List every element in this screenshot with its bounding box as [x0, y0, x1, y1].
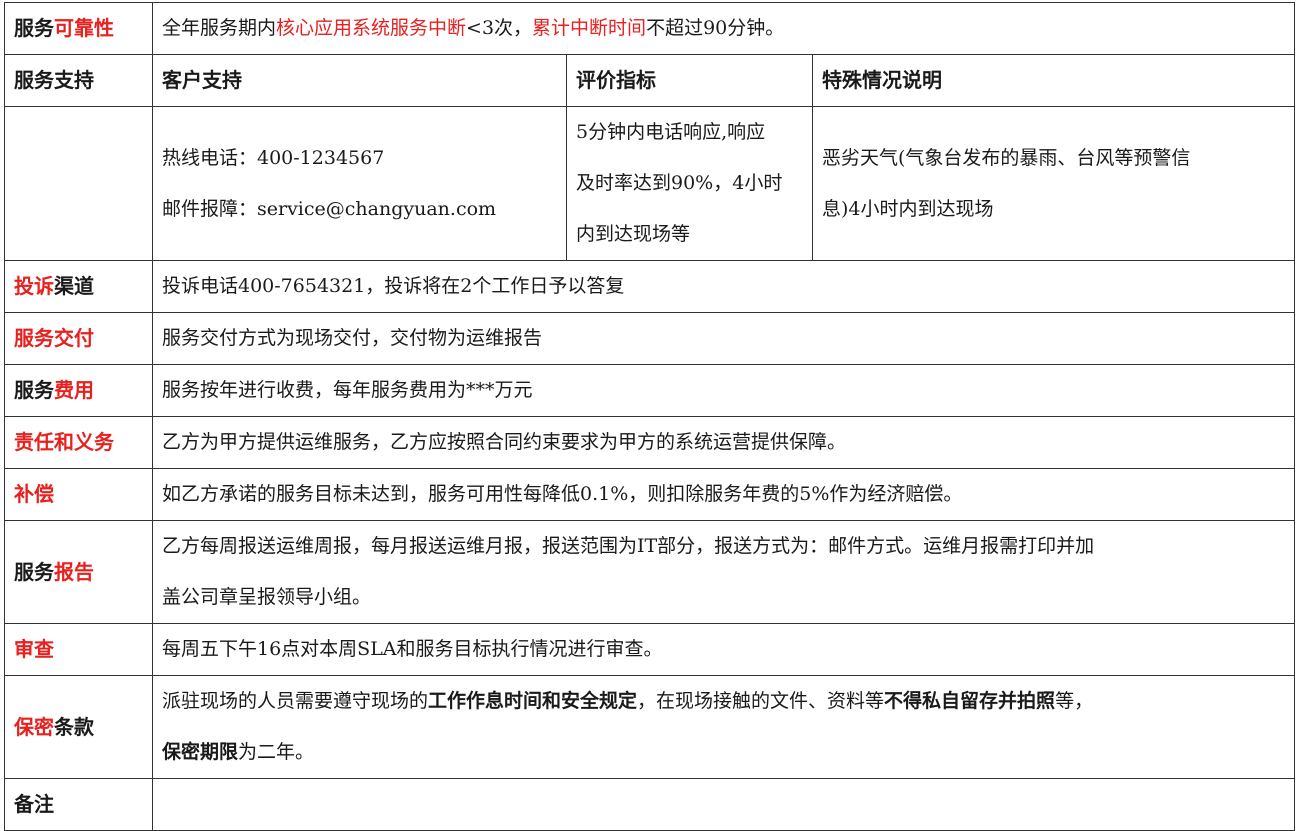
confidential-label-b: 条款	[54, 714, 94, 739]
row-support-detail: 热线电话：400-1234567 邮件报障：service@changyuan.…	[4, 106, 1295, 261]
support-email: 邮件报障：service@changyuan.com	[162, 197, 497, 220]
compensation-label: 补偿	[4, 468, 153, 521]
support-empty-cell	[4, 106, 153, 261]
sla-table: 服务可靠性 全年服务期内核心应用系统服务中断<3次，累计中断时间不超过90分钟。…	[4, 2, 1295, 831]
support-metric-cell: 5分钟内电话响应,响应 及时率达到90%，4小时 内到达现场等	[566, 106, 813, 261]
row-review: 审查 每周五下午16点对本周SLA和服务目标执行情况进行审查。	[4, 623, 1295, 676]
fees-label-a: 服务	[14, 378, 54, 402]
support-special-line-1: 恶劣天气(气象台发布的暴雨、台风等预警信	[822, 146, 1191, 169]
row-duty: 责任和义务 乙方为甲方提供运维服务，乙方应按照合同约束要求为甲方的系统运营提供保…	[4, 416, 1295, 469]
support-header-special: 特殊情况说明	[812, 54, 1295, 107]
row-support-header: 服务支持 客户支持 评价指标 特殊情况说明	[4, 54, 1295, 107]
confidential-label-a: 保密	[14, 714, 54, 739]
notes-label: 备注	[4, 778, 153, 831]
support-special-line-2: 息)4小时内到达现场	[822, 197, 994, 220]
row-complaint: 投诉渠道 投诉电话400-7654321，投诉将在2个工作日予以答复	[4, 260, 1295, 313]
availability-label-b: 可靠性	[54, 16, 114, 40]
complaint-label: 投诉渠道	[4, 260, 153, 313]
row-notes: 备注	[4, 778, 1295, 831]
support-metric-line-3: 内到达现场等	[576, 223, 691, 245]
fees-label-b: 费用	[54, 378, 94, 402]
duty-text: 乙方为甲方提供运维服务，乙方应按照合同约束要求为甲方的系统运营提供保障。	[152, 416, 1295, 469]
row-fees: 服务费用 服务按年进行收费，每年服务费用为***万元	[4, 364, 1295, 417]
support-metric-line-2: 及时率达到90%，4小时	[576, 172, 783, 194]
complaint-text: 投诉电话400-7654321，投诉将在2个工作日予以答复	[152, 260, 1295, 313]
availability-text: 全年服务期内核心应用系统服务中断<3次，累计中断时间不超过90分钟。	[152, 2, 1295, 55]
row-confidential: 保密条款 派驻现场的人员需要遵守现场的工作作息时间和安全规定，在现场接触的文件、…	[4, 675, 1295, 779]
confidential-text-3: ，在现场接触的文件、资料等	[637, 690, 885, 712]
complaint-label-a: 投诉	[14, 274, 54, 298]
availability-text-e: 不超过90分钟。	[646, 17, 785, 39]
confidential-label: 保密条款	[4, 675, 153, 779]
confidential-text-5: 等，	[1055, 690, 1094, 712]
availability-text-c: <3次，	[466, 17, 533, 39]
support-label: 服务支持	[4, 54, 153, 107]
delivery-label: 服务交付	[4, 312, 153, 365]
row-availability: 服务可靠性 全年服务期内核心应用系统服务中断<3次，累计中断时间不超过90分钟。	[4, 2, 1295, 55]
support-header-customer: 客户支持	[152, 54, 567, 107]
availability-text-a: 全年服务期内	[162, 17, 277, 39]
row-report: 服务报告 乙方每周报送运维周报，每月报送运维月报，报送范围为IT部分，报送方式为…	[4, 520, 1295, 624]
support-header-metric: 评价指标	[566, 54, 813, 107]
availability-label-a: 服务	[14, 16, 54, 40]
report-text-line-2: 盖公司章呈报领导小组。	[162, 586, 372, 608]
duty-label: 责任和义务	[4, 416, 153, 469]
review-label: 审查	[4, 623, 153, 676]
availability-text-d: 累计中断时间	[532, 17, 647, 39]
compensation-text: 如乙方承诺的服务目标未达到，服务可用性每降低0.1%，则扣除服务年费的5%作为经…	[152, 468, 1295, 521]
report-text-line-1: 乙方每周报送运维周报，每月报送运维月报，报送范围为IT部分，报送方式为：邮件方式…	[162, 535, 1095, 557]
report-label-a: 服务	[14, 559, 54, 584]
confidential-text-1: 派驻现场的人员需要遵守现场的	[162, 690, 429, 712]
support-hotline: 热线电话：400-1234567	[162, 146, 385, 169]
row-delivery: 服务交付 服务交付方式为现场交付，交付物为运维报告	[4, 312, 1295, 365]
complaint-label-b: 渠道	[54, 274, 94, 298]
report-label-b: 报告	[54, 559, 94, 584]
support-special-cell: 恶劣天气(气象台发布的暴雨、台风等预警信 息)4小时内到达现场	[812, 106, 1295, 261]
availability-text-b: 核心应用系统服务中断	[276, 17, 467, 39]
review-text: 每周五下午16点对本周SLA和服务目标执行情况进行审查。	[152, 623, 1295, 676]
row-compensation: 补偿 如乙方承诺的服务目标未达到，服务可用性每降低0.1%，则扣除服务年费的5%…	[4, 468, 1295, 521]
delivery-text: 服务交付方式为现场交付，交付物为运维报告	[152, 312, 1295, 365]
confidential-text-4: 不得私自留存并拍照	[884, 690, 1056, 712]
notes-text	[152, 778, 1295, 831]
confidential-text-6: 保密期限	[162, 741, 239, 763]
support-contact-cell: 热线电话：400-1234567 邮件报障：service@changyuan.…	[152, 106, 567, 261]
report-label: 服务报告	[4, 520, 153, 624]
fees-text: 服务按年进行收费，每年服务费用为***万元	[152, 364, 1295, 417]
confidential-text-2: 工作作息时间和安全规定	[428, 690, 638, 712]
support-metric-line-1: 5分钟内电话响应,响应	[576, 121, 766, 143]
availability-label: 服务可靠性	[4, 2, 153, 55]
report-text: 乙方每周报送运维周报，每月报送运维月报，报送范围为IT部分，报送方式为：邮件方式…	[152, 520, 1295, 624]
confidential-text-7: 为二年。	[238, 741, 315, 763]
fees-label: 服务费用	[4, 364, 153, 417]
confidential-text: 派驻现场的人员需要遵守现场的工作作息时间和安全规定，在现场接触的文件、资料等不得…	[152, 675, 1295, 779]
